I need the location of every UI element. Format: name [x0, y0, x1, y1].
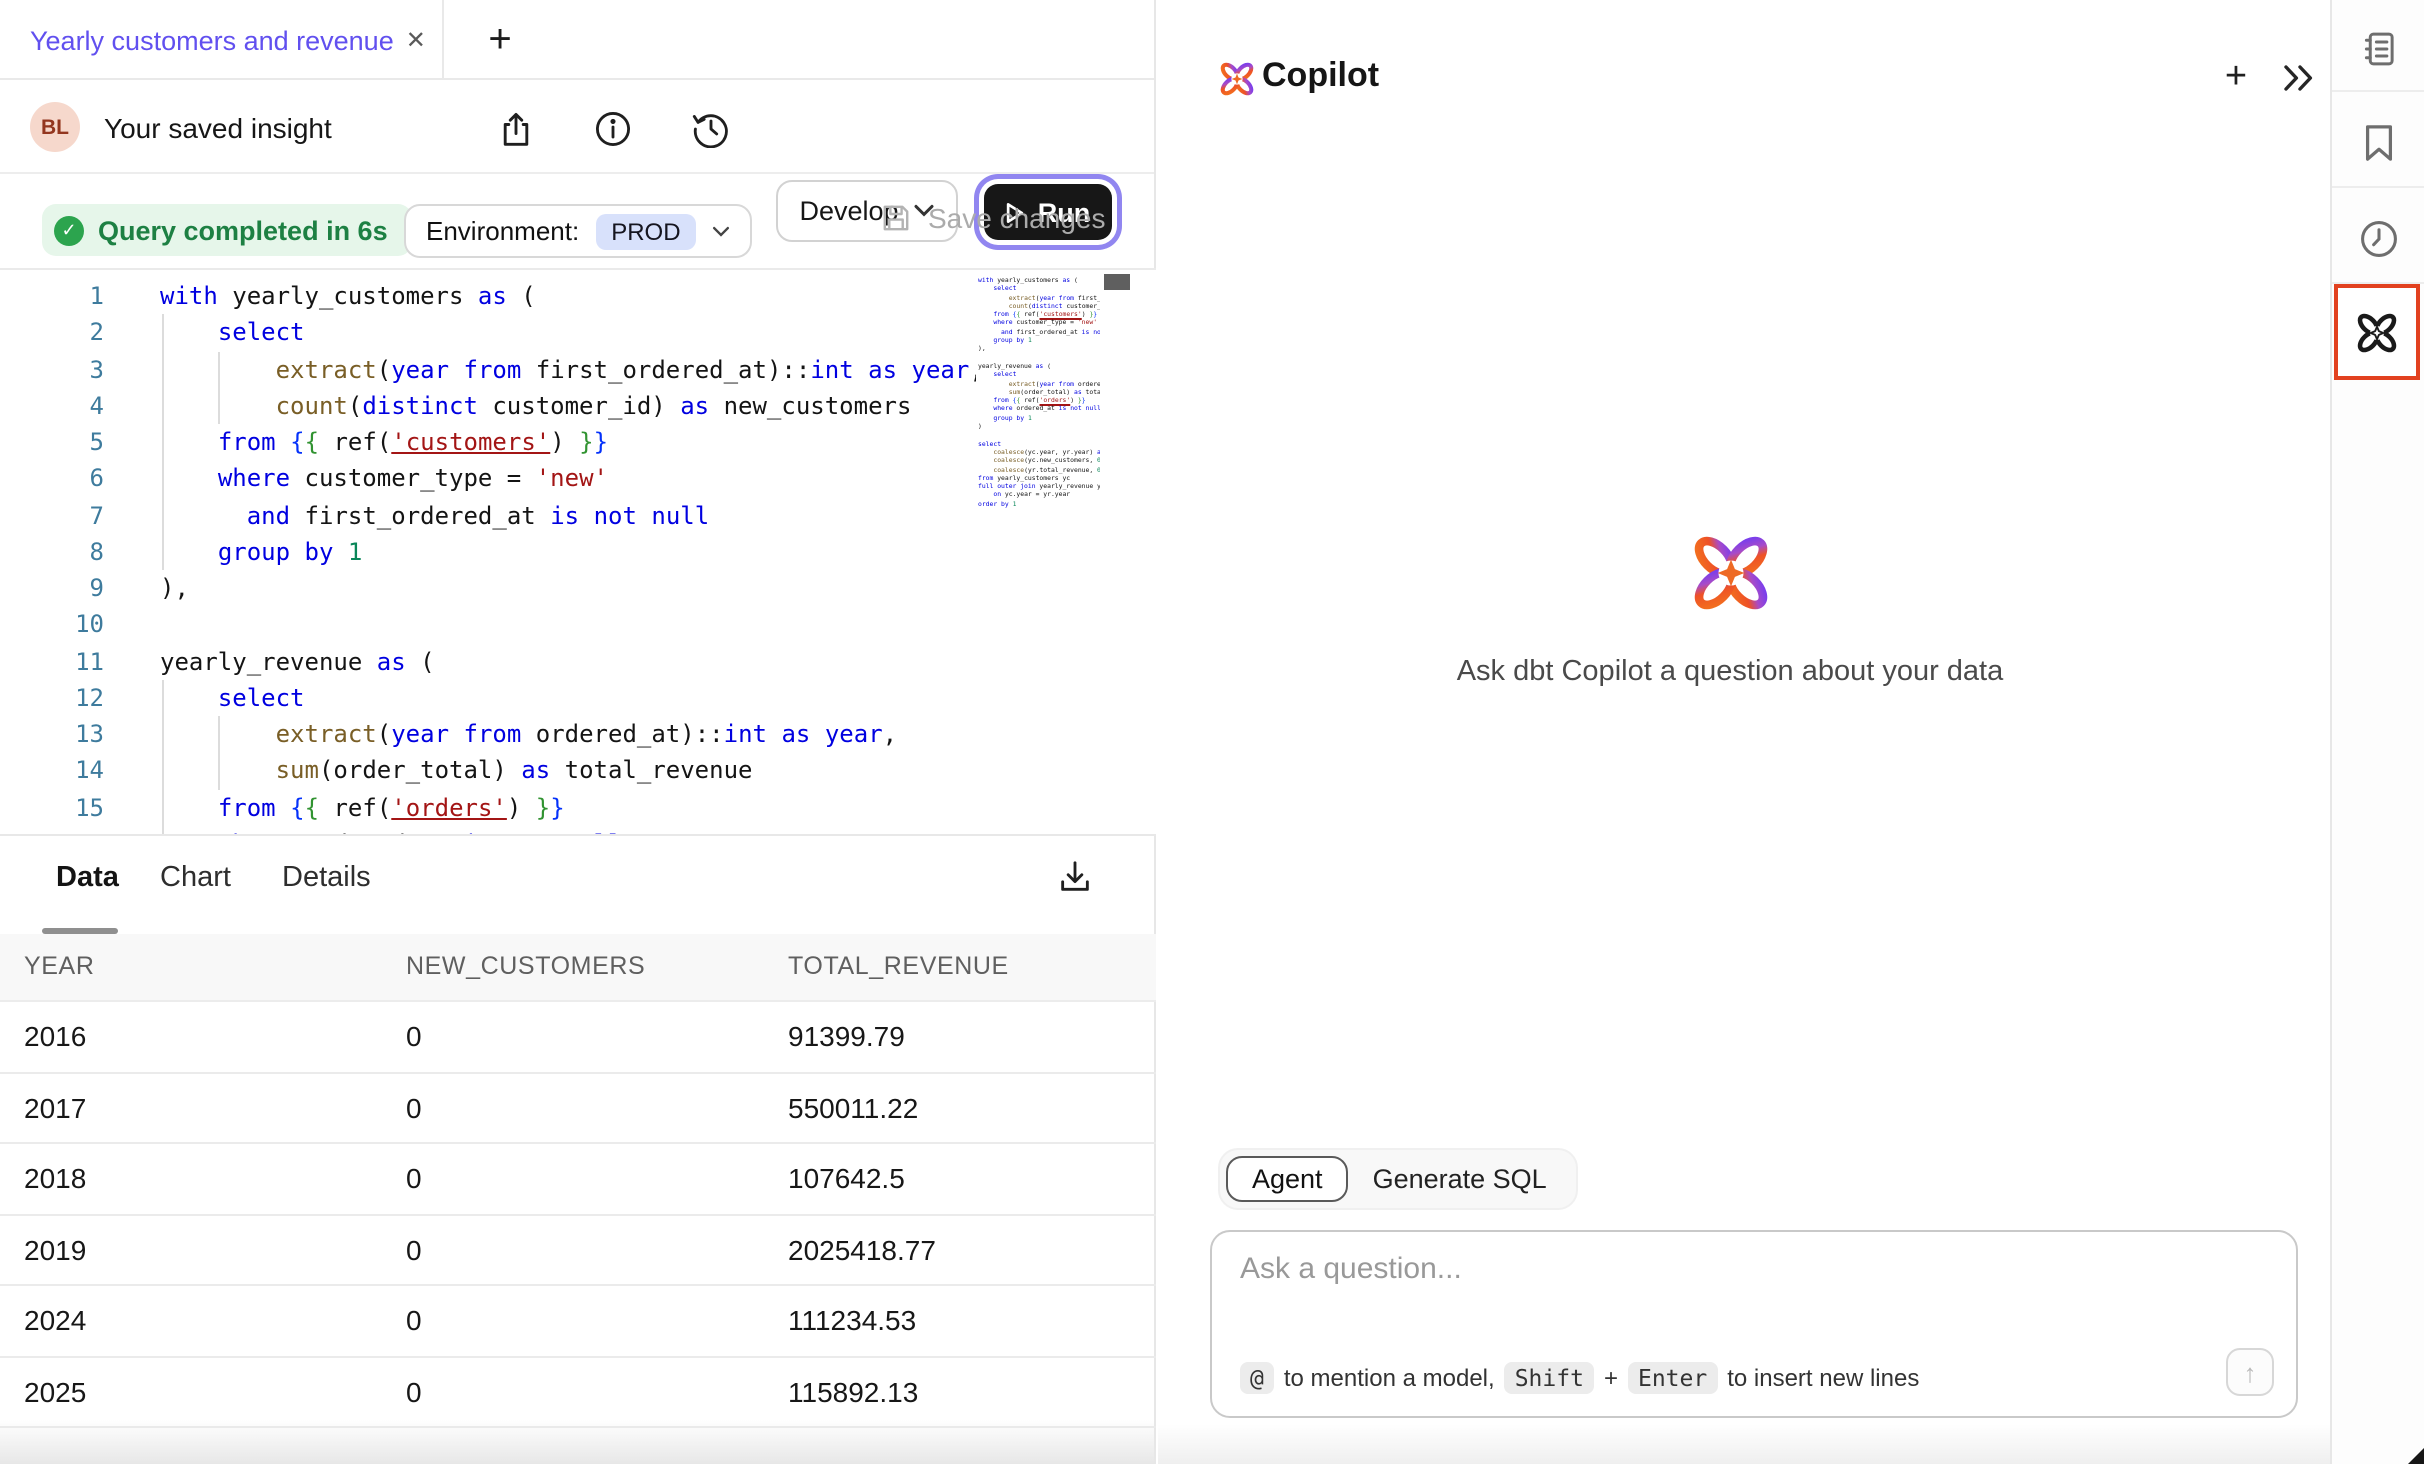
table-cell: 2019: [24, 1215, 86, 1284]
save-changes-button[interactable]: Save changes: [880, 202, 1105, 234]
environment-selector[interactable]: Environment: PROD: [404, 204, 753, 258]
table-cell: 2025: [24, 1357, 86, 1426]
table-cell: 0: [406, 1286, 422, 1355]
new-chat-button[interactable]: +: [2214, 56, 2258, 100]
query-status-text: Query completed in 6s: [98, 215, 388, 245]
environment-value-badge: PROD: [595, 213, 696, 249]
bookmark-icon[interactable]: [2332, 104, 2424, 180]
table-cell: 0: [406, 1215, 422, 1284]
notebook-icon[interactable]: [2332, 10, 2424, 86]
copilot-large-logo: [1158, 526, 2302, 630]
table-bottom-fade: [0, 1420, 1156, 1464]
copilot-title: Copilot: [1262, 56, 1379, 96]
table-row[interactable]: 2024 0 111234.53: [0, 1286, 1156, 1357]
toolbar: BL Your saved insight Develop Run: [0, 80, 1154, 174]
tab-bar: Yearly customers and revenue ✕ +: [0, 0, 1154, 80]
at-key-badge: @: [1240, 1362, 1274, 1394]
indent-guide: [219, 717, 221, 790]
hint-newlines-text: to insert new lines: [1727, 1364, 1919, 1392]
table-row[interactable]: 2025 0 115892.13: [0, 1357, 1156, 1428]
table-cell: 115892.13: [788, 1357, 918, 1426]
success-check-icon: ✓: [54, 215, 84, 245]
table-cell: 0: [406, 1002, 422, 1071]
panel-bottom-fade: [1158, 1424, 2330, 1464]
save-icon: [880, 202, 912, 234]
copilot-empty-state-text: Ask dbt Copilot a question about your da…: [1158, 656, 2302, 688]
chevron-down-icon: [713, 225, 731, 237]
hint-mention-text: to mention a model,: [1284, 1364, 1495, 1392]
page-title: Your saved insight: [104, 112, 332, 144]
close-icon[interactable]: ✕: [406, 26, 426, 54]
enter-key-badge: Enter: [1628, 1362, 1717, 1394]
query-status-badge: ✓ Query completed in 6s: [42, 204, 412, 256]
table-cell: 0: [406, 1357, 422, 1426]
collapse-panel-icon[interactable]: [2282, 64, 2318, 92]
indent-guide: [161, 680, 163, 834]
tab-yearly-customers-and-revenue[interactable]: Yearly customers and revenue ✕: [0, 0, 444, 80]
environment-label: Environment:: [426, 216, 579, 246]
mode-generate-sql[interactable]: Generate SQL: [1349, 1158, 1571, 1200]
right-icon-rail: [2330, 0, 2424, 1464]
resize-corner: [2408, 1448, 2424, 1464]
new-tab-button[interactable]: +: [476, 16, 524, 64]
save-changes-label: Save changes: [928, 202, 1105, 234]
table-cell: 2016: [24, 1002, 86, 1071]
table-header: YEAR NEW_CUSTOMERS TOTAL_REVENUE: [0, 934, 1156, 1002]
tab-title: Yearly customers and revenue: [30, 25, 394, 55]
line-numbers: 12345678910111213141516: [0, 278, 104, 834]
clock-icon[interactable]: [2332, 200, 2424, 276]
copilot-panel: Copilot + Ask dbt Copilot a question abo…: [1158, 0, 2330, 1464]
query-status-bar: ✓ Query completed in 6s Environment: PRO…: [0, 174, 1154, 268]
mode-agent[interactable]: Agent: [1226, 1156, 1349, 1202]
rail-divider: [2332, 186, 2424, 188]
tab-details[interactable]: Details: [282, 862, 371, 894]
copilot-rail-highlight: [2334, 284, 2420, 380]
copilot-rail-icon[interactable]: [2352, 307, 2402, 357]
hint-plus: +: [1604, 1364, 1618, 1392]
editor-panel: Yearly customers and revenue ✕ + BL Your…: [0, 0, 1156, 1464]
table-row[interactable]: 2016 0 91399.79: [0, 1002, 1156, 1073]
results-section: Data Chart Details YEAR NEW_CUSTOMERS TO…: [0, 834, 1156, 1464]
info-icon[interactable]: [592, 108, 632, 148]
question-input[interactable]: Ask a question... @ to mention a model, …: [1210, 1230, 2298, 1418]
sql-editor[interactable]: 12345678910111213141516 with yearly_cust…: [0, 268, 1156, 834]
indent-guide: [219, 351, 221, 424]
table-cell: 107642.5: [788, 1144, 905, 1213]
input-hints: @ to mention a model, Shift + Enter to i…: [1240, 1362, 1919, 1394]
avatar[interactable]: BL: [30, 102, 80, 152]
rail-divider: [2332, 90, 2424, 92]
tab-chart[interactable]: Chart: [160, 862, 231, 894]
editor-scrollbar-thumb[interactable]: [1104, 274, 1130, 290]
download-icon[interactable]: [1056, 858, 1096, 898]
table-cell: 550011.22: [788, 1073, 918, 1142]
column-header-year[interactable]: YEAR: [24, 934, 95, 1000]
share-icon[interactable]: [496, 108, 536, 148]
table-cell: 2018: [24, 1144, 86, 1213]
table-cell: 2024: [24, 1286, 86, 1355]
mode-switcher: Agent Generate SQL: [1218, 1148, 1579, 1210]
table-cell: 0: [406, 1144, 422, 1213]
indent-guide: [161, 315, 163, 571]
column-header-new-customers[interactable]: NEW_CUSTOMERS: [406, 934, 645, 1000]
shift-key-badge: Shift: [1505, 1362, 1594, 1394]
question-placeholder: Ask a question...: [1240, 1252, 1462, 1286]
column-header-total-revenue[interactable]: TOTAL_REVENUE: [788, 934, 1009, 1000]
table-cell: 2017: [24, 1073, 86, 1142]
results-table-body: 2016 0 91399.79 2017 0 550011.22 2018 0 107642.5…: [0, 1002, 1156, 1428]
table-cell: 111234.53: [788, 1286, 916, 1355]
table-row[interactable]: 2017 0 550011.22: [0, 1073, 1156, 1144]
minimap[interactable]: with yearly_customers as ( select extrac…: [978, 276, 1100, 536]
send-button[interactable]: ↑: [2226, 1348, 2274, 1396]
history-icon[interactable]: [690, 108, 730, 148]
copilot-logo-icon: [1216, 58, 1258, 110]
table-cell: 2025418.77: [788, 1215, 936, 1284]
app-window: Yearly customers and revenue ✕ + BL Your…: [0, 0, 2424, 1464]
tab-data[interactable]: Data: [56, 862, 119, 894]
table-cell: 91399.79: [788, 1002, 905, 1071]
table-cell: 0: [406, 1073, 422, 1142]
table-row[interactable]: 2018 0 107642.5: [0, 1144, 1156, 1215]
code-lines[interactable]: with yearly_customers as ( select extrac…: [160, 278, 976, 834]
table-row[interactable]: 2019 0 2025418.77: [0, 1215, 1156, 1286]
